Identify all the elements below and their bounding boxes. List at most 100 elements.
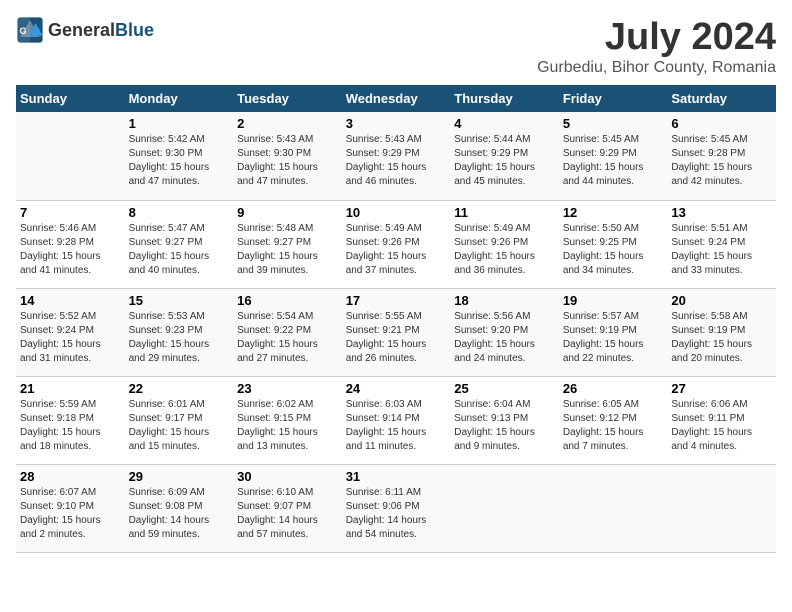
- day-number: 6: [671, 116, 772, 131]
- calendar-cell: 19 Sunrise: 5:57 AM Sunset: 9:19 PM Dayli…: [559, 288, 668, 376]
- weekday-header-row: SundayMondayTuesdayWednesdayThursdayFrid…: [16, 85, 776, 112]
- day-number: 5: [563, 116, 664, 131]
- day-info: Sunrise: 5:56 AM Sunset: 9:20 PM Dayligh…: [454, 310, 555, 366]
- day-number: 22: [129, 381, 230, 396]
- day-number: 27: [671, 381, 772, 396]
- day-number: 13: [671, 205, 772, 220]
- day-number: 9: [237, 205, 338, 220]
- day-number: 4: [454, 116, 555, 131]
- day-number: 3: [346, 116, 447, 131]
- calendar-cell: 29 Sunrise: 6:09 AM Sunset: 9:08 PM Dayli…: [125, 464, 234, 552]
- weekday-header-tuesday: Tuesday: [233, 85, 342, 112]
- calendar-cell: 17 Sunrise: 5:55 AM Sunset: 9:21 PM Dayli…: [342, 288, 451, 376]
- calendar-cell: 13 Sunrise: 5:51 AM Sunset: 9:24 PM Dayli…: [667, 200, 776, 288]
- calendar-cell: [559, 464, 668, 552]
- day-number: 21: [20, 381, 121, 396]
- calendar-cell: 3 Sunrise: 5:43 AM Sunset: 9:29 PM Daylig…: [342, 112, 451, 200]
- day-number: 26: [563, 381, 664, 396]
- logo: G General Blue: [16, 16, 154, 44]
- day-info: Sunrise: 6:05 AM Sunset: 9:12 PM Dayligh…: [563, 398, 664, 454]
- calendar-cell: [450, 464, 559, 552]
- calendar-cell: 10Sunrise: 5:49 AM Sunset: 9:26 PM Dayli…: [342, 200, 451, 288]
- calendar-cell: 20Sunrise: 5:58 AM Sunset: 9:19 PM Dayli…: [667, 288, 776, 376]
- day-info: Sunrise: 5:48 AM Sunset: 9:27 PM Dayligh…: [237, 222, 338, 278]
- day-info: Sunrise: 5:42 AM Sunset: 9:30 PM Dayligh…: [129, 133, 230, 189]
- calendar-cell: 15 Sunrise: 5:53 AM Sunset: 9:23 PM Dayli…: [125, 288, 234, 376]
- calendar-cell: 25 Sunrise: 6:04 AM Sunset: 9:13 PM Dayli…: [450, 376, 559, 464]
- calendar-cell: 18Sunrise: 5:56 AM Sunset: 9:20 PM Dayli…: [450, 288, 559, 376]
- calendar-cell: 21 Sunrise: 5:59 AM Sunset: 9:18 PM Dayli…: [16, 376, 125, 464]
- weekday-header-monday: Monday: [125, 85, 234, 112]
- day-number: 24: [346, 381, 447, 396]
- day-number: 11: [454, 205, 555, 220]
- calendar-cell: 1 Sunrise: 5:42 AM Sunset: 9:30 PM Daylig…: [125, 112, 234, 200]
- calendar-cell: 24Sunrise: 6:03 AM Sunset: 9:14 PM Dayli…: [342, 376, 451, 464]
- day-info: Sunrise: 5:58 AM Sunset: 9:19 PM Dayligh…: [671, 310, 772, 366]
- weekday-header-friday: Friday: [559, 85, 668, 112]
- calendar-cell: 6 Sunrise: 5:45 AM Sunset: 9:28 PM Daylig…: [667, 112, 776, 200]
- week-row-4: 21 Sunrise: 5:59 AM Sunset: 9:18 PM Dayli…: [16, 376, 776, 464]
- day-info: Sunrise: 6:09 AM Sunset: 9:08 PM Dayligh…: [129, 486, 230, 542]
- calendar-cell: 14 Sunrise: 5:52 AM Sunset: 9:24 PM Dayli…: [16, 288, 125, 376]
- day-info: Sunrise: 5:49 AM Sunset: 9:26 PM Dayligh…: [454, 222, 555, 278]
- day-info: Sunrise: 6:04 AM Sunset: 9:13 PM Dayligh…: [454, 398, 555, 454]
- calendar-cell: 23Sunrise: 6:02 AM Sunset: 9:15 PM Dayli…: [233, 376, 342, 464]
- day-number: 25: [454, 381, 555, 396]
- day-info: Sunrise: 5:45 AM Sunset: 9:28 PM Dayligh…: [671, 133, 772, 189]
- calendar-cell: 27 Sunrise: 6:06 AM Sunset: 9:11 PM Dayli…: [667, 376, 776, 464]
- day-number: 16: [237, 293, 338, 308]
- day-number: 2: [237, 116, 338, 131]
- day-number: 15: [129, 293, 230, 308]
- logo-general-text: General: [48, 20, 115, 41]
- week-row-5: 28Sunrise: 6:07 AM Sunset: 9:10 PM Dayli…: [16, 464, 776, 552]
- day-number: 10: [346, 205, 447, 220]
- day-number: 14: [20, 293, 121, 308]
- day-info: Sunrise: 5:55 AM Sunset: 9:21 PM Dayligh…: [346, 310, 447, 366]
- logo-blue-text: Blue: [115, 20, 154, 41]
- day-number: 29: [129, 469, 230, 484]
- logo-icon: G: [16, 16, 44, 44]
- calendar-cell: 9 Sunrise: 5:48 AM Sunset: 9:27 PM Daylig…: [233, 200, 342, 288]
- day-info: Sunrise: 5:53 AM Sunset: 9:23 PM Dayligh…: [129, 310, 230, 366]
- calendar-cell: 7Sunrise: 5:46 AM Sunset: 9:28 PM Daylig…: [16, 200, 125, 288]
- day-number: 19: [563, 293, 664, 308]
- svg-text:G: G: [20, 26, 27, 36]
- calendar-cell: [667, 464, 776, 552]
- day-number: 17: [346, 293, 447, 308]
- day-info: Sunrise: 5:43 AM Sunset: 9:29 PM Dayligh…: [346, 133, 447, 189]
- weekday-header-wednesday: Wednesday: [342, 85, 451, 112]
- calendar-cell: 5 Sunrise: 5:45 AM Sunset: 9:29 PM Daylig…: [559, 112, 668, 200]
- day-info: Sunrise: 5:47 AM Sunset: 9:27 PM Dayligh…: [129, 222, 230, 278]
- header: G General Blue July 2024 Gurbediu, Bihor…: [16, 16, 776, 77]
- weekday-header-sunday: Sunday: [16, 85, 125, 112]
- calendar-cell: 12Sunrise: 5:50 AM Sunset: 9:25 PM Dayli…: [559, 200, 668, 288]
- day-info: Sunrise: 6:01 AM Sunset: 9:17 PM Dayligh…: [129, 398, 230, 454]
- day-info: Sunrise: 5:52 AM Sunset: 9:24 PM Dayligh…: [20, 310, 121, 366]
- day-info: Sunrise: 6:07 AM Sunset: 9:10 PM Dayligh…: [20, 486, 121, 542]
- calendar-header: SundayMondayTuesdayWednesdayThursdayFrid…: [16, 85, 776, 112]
- calendar-cell: 11 Sunrise: 5:49 AM Sunset: 9:26 PM Dayli…: [450, 200, 559, 288]
- calendar-cell: 31Sunrise: 6:11 AM Sunset: 9:06 PM Dayli…: [342, 464, 451, 552]
- day-info: Sunrise: 6:10 AM Sunset: 9:07 PM Dayligh…: [237, 486, 338, 542]
- day-number: 1: [129, 116, 230, 131]
- weekday-header-thursday: Thursday: [450, 85, 559, 112]
- day-info: Sunrise: 5:59 AM Sunset: 9:18 PM Dayligh…: [20, 398, 121, 454]
- day-number: 30: [237, 469, 338, 484]
- day-info: Sunrise: 6:11 AM Sunset: 9:06 PM Dayligh…: [346, 486, 447, 542]
- week-row-1: 1 Sunrise: 5:42 AM Sunset: 9:30 PM Daylig…: [16, 112, 776, 200]
- week-row-3: 14 Sunrise: 5:52 AM Sunset: 9:24 PM Dayli…: [16, 288, 776, 376]
- day-info: Sunrise: 5:45 AM Sunset: 9:29 PM Dayligh…: [563, 133, 664, 189]
- subtitle: Gurbediu, Bihor County, Romania: [537, 59, 776, 77]
- day-info: Sunrise: 5:43 AM Sunset: 9:30 PM Dayligh…: [237, 133, 338, 189]
- calendar-cell: 8Sunrise: 5:47 AM Sunset: 9:27 PM Daylig…: [125, 200, 234, 288]
- day-info: Sunrise: 6:02 AM Sunset: 9:15 PM Dayligh…: [237, 398, 338, 454]
- title-area: July 2024 Gurbediu, Bihor County, Romani…: [537, 16, 776, 77]
- calendar-table: SundayMondayTuesdayWednesdayThursdayFrid…: [16, 85, 776, 553]
- day-info: Sunrise: 5:54 AM Sunset: 9:22 PM Dayligh…: [237, 310, 338, 366]
- calendar-cell: 22 Sunrise: 6:01 AM Sunset: 9:17 PM Dayli…: [125, 376, 234, 464]
- day-info: Sunrise: 5:57 AM Sunset: 9:19 PM Dayligh…: [563, 310, 664, 366]
- day-info: Sunrise: 6:06 AM Sunset: 9:11 PM Dayligh…: [671, 398, 772, 454]
- week-row-2: 7Sunrise: 5:46 AM Sunset: 9:28 PM Daylig…: [16, 200, 776, 288]
- day-info: Sunrise: 5:51 AM Sunset: 9:24 PM Dayligh…: [671, 222, 772, 278]
- main-title: July 2024: [537, 16, 776, 59]
